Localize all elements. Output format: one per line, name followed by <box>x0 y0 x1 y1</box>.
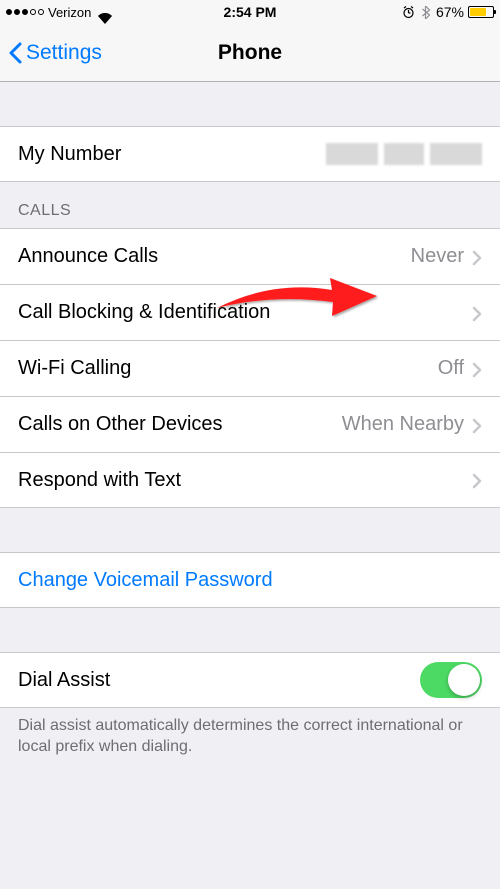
call-blocking-row[interactable]: Call Blocking & Identification <box>0 284 500 340</box>
back-button[interactable]: Settings <box>0 41 102 65</box>
announce-calls-value: Never <box>411 245 464 268</box>
toggle-knob <box>448 664 480 696</box>
announce-calls-label: Announce Calls <box>18 245 411 268</box>
my-number-label: My Number <box>18 143 326 166</box>
chevron-right-icon <box>472 305 482 321</box>
dial-assist-label: Dial Assist <box>18 669 420 692</box>
wifi-calling-label: Wi-Fi Calling <box>18 357 438 380</box>
carrier-label: Verizon <box>48 5 91 20</box>
respond-with-text-row[interactable]: Respond with Text <box>0 452 500 508</box>
chevron-right-icon <box>472 361 482 377</box>
respond-with-text-label: Respond with Text <box>18 469 472 492</box>
page-title: Phone <box>218 41 282 65</box>
calls-group: Announce Calls Never Call Blocking & Ide… <box>0 228 500 508</box>
dial-assist-group: Dial Assist <box>0 652 500 708</box>
my-number-group: My Number <box>0 126 500 182</box>
wifi-calling-row[interactable]: Wi-Fi Calling Off <box>0 340 500 396</box>
dial-assist-row: Dial Assist <box>0 652 500 708</box>
calls-other-devices-row[interactable]: Calls on Other Devices When Nearby <box>0 396 500 452</box>
status-left: Verizon <box>6 5 97 20</box>
calls-other-devices-value: When Nearby <box>342 413 464 436</box>
clock-label: 2:54 PM <box>224 4 277 20</box>
dial-assist-toggle[interactable] <box>420 662 482 698</box>
change-voicemail-password-label: Change Voicemail Password <box>18 569 482 592</box>
calls-section-header: CALLS <box>0 182 500 228</box>
wifi-calling-value: Off <box>438 357 464 380</box>
announce-calls-row[interactable]: Announce Calls Never <box>0 228 500 284</box>
call-blocking-label: Call Blocking & Identification <box>18 301 472 324</box>
dial-assist-footer: Dial assist automatically determines the… <box>0 708 500 774</box>
signal-strength-icon <box>6 9 44 15</box>
chevron-right-icon <box>472 249 482 265</box>
chevron-right-icon <box>472 417 482 433</box>
battery-icon <box>468 6 494 18</box>
calls-other-devices-label: Calls on Other Devices <box>18 413 342 436</box>
battery-percent-label: 67% <box>436 4 464 20</box>
my-number-value-redacted <box>326 143 482 165</box>
status-bar: Verizon 2:54 PM 67% <box>0 0 500 24</box>
change-voicemail-password-row[interactable]: Change Voicemail Password <box>0 552 500 608</box>
back-label: Settings <box>26 41 102 65</box>
voicemail-group: Change Voicemail Password <box>0 552 500 608</box>
nav-bar: Settings Phone <box>0 24 500 82</box>
status-right: 67% <box>402 4 494 20</box>
chevron-left-icon <box>8 42 22 64</box>
my-number-row[interactable]: My Number <box>0 126 500 182</box>
alarm-icon <box>402 6 415 19</box>
bluetooth-icon <box>419 6 432 19</box>
chevron-right-icon <box>472 472 482 488</box>
